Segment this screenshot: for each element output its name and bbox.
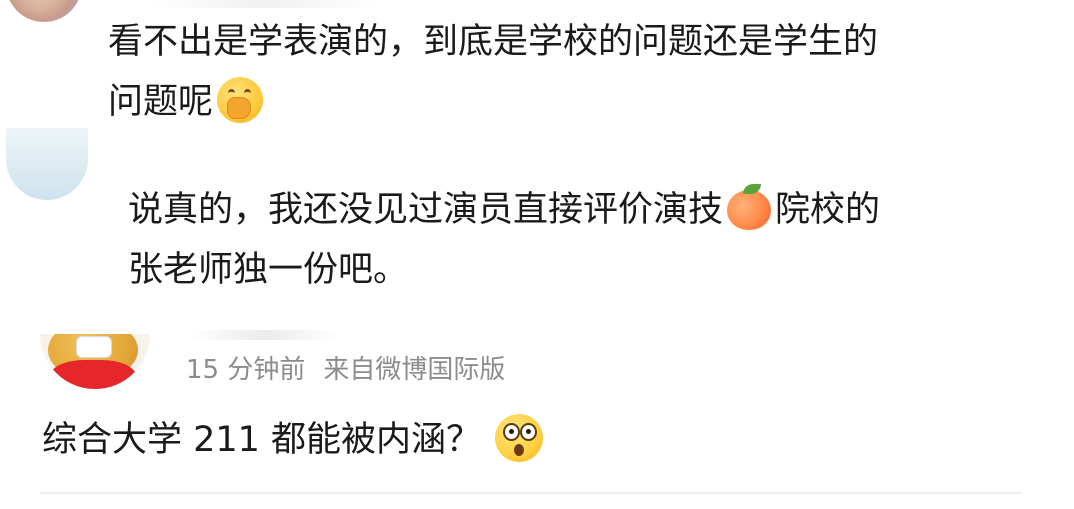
comment-text: 综合大学 211 都能被内涵？ <box>42 410 544 470</box>
comment-line-with-emoji: 问题呢 <box>108 72 878 132</box>
comment-line: 问题呢 <box>108 82 214 122</box>
comment-line-part: 说真的，我还没见过演员直接评价演技 <box>128 190 724 230</box>
source-label: 来自微博国际版 <box>323 355 506 385</box>
timestamp: 15 分钟前 <box>186 355 306 385</box>
avatar[interactable] <box>6 128 88 200</box>
comment-line-part: 院校的 <box>775 190 881 230</box>
username-faded <box>150 0 380 8</box>
astonished-face-emoji-icon <box>495 414 544 462</box>
avatar[interactable] <box>6 0 82 22</box>
divider <box>40 492 1022 494</box>
comment-text: 说真的，我还没见过演员直接评价演技 院校的 张老师独一份吧。 <box>128 180 880 300</box>
comment-text: 看不出是学表演的，到底是学校的问题还是学生的 问题呢 <box>108 12 878 132</box>
comment-line-with-emoji: 说真的，我还没见过演员直接评价演技 院校的 <box>128 180 880 240</box>
comment-line: 张老师独一份吧。 <box>128 250 409 290</box>
avatar[interactable] <box>40 334 150 389</box>
username-faded <box>190 330 340 340</box>
comment-thread: 看不出是学表演的，到底是学校的问题还是学生的 问题呢 说真的，我还没见过演员直接… <box>0 0 1074 509</box>
hand-over-mouth-emoji-icon <box>217 77 264 123</box>
comment-line: 看不出是学表演的，到底是学校的问题还是学生的 <box>108 22 879 62</box>
comment-meta: 15 分钟前 来自微博国际版 <box>186 350 505 390</box>
peach-emoji-icon <box>725 184 773 232</box>
comment-line: 综合大学 211 都能被内涵？ <box>42 420 482 460</box>
